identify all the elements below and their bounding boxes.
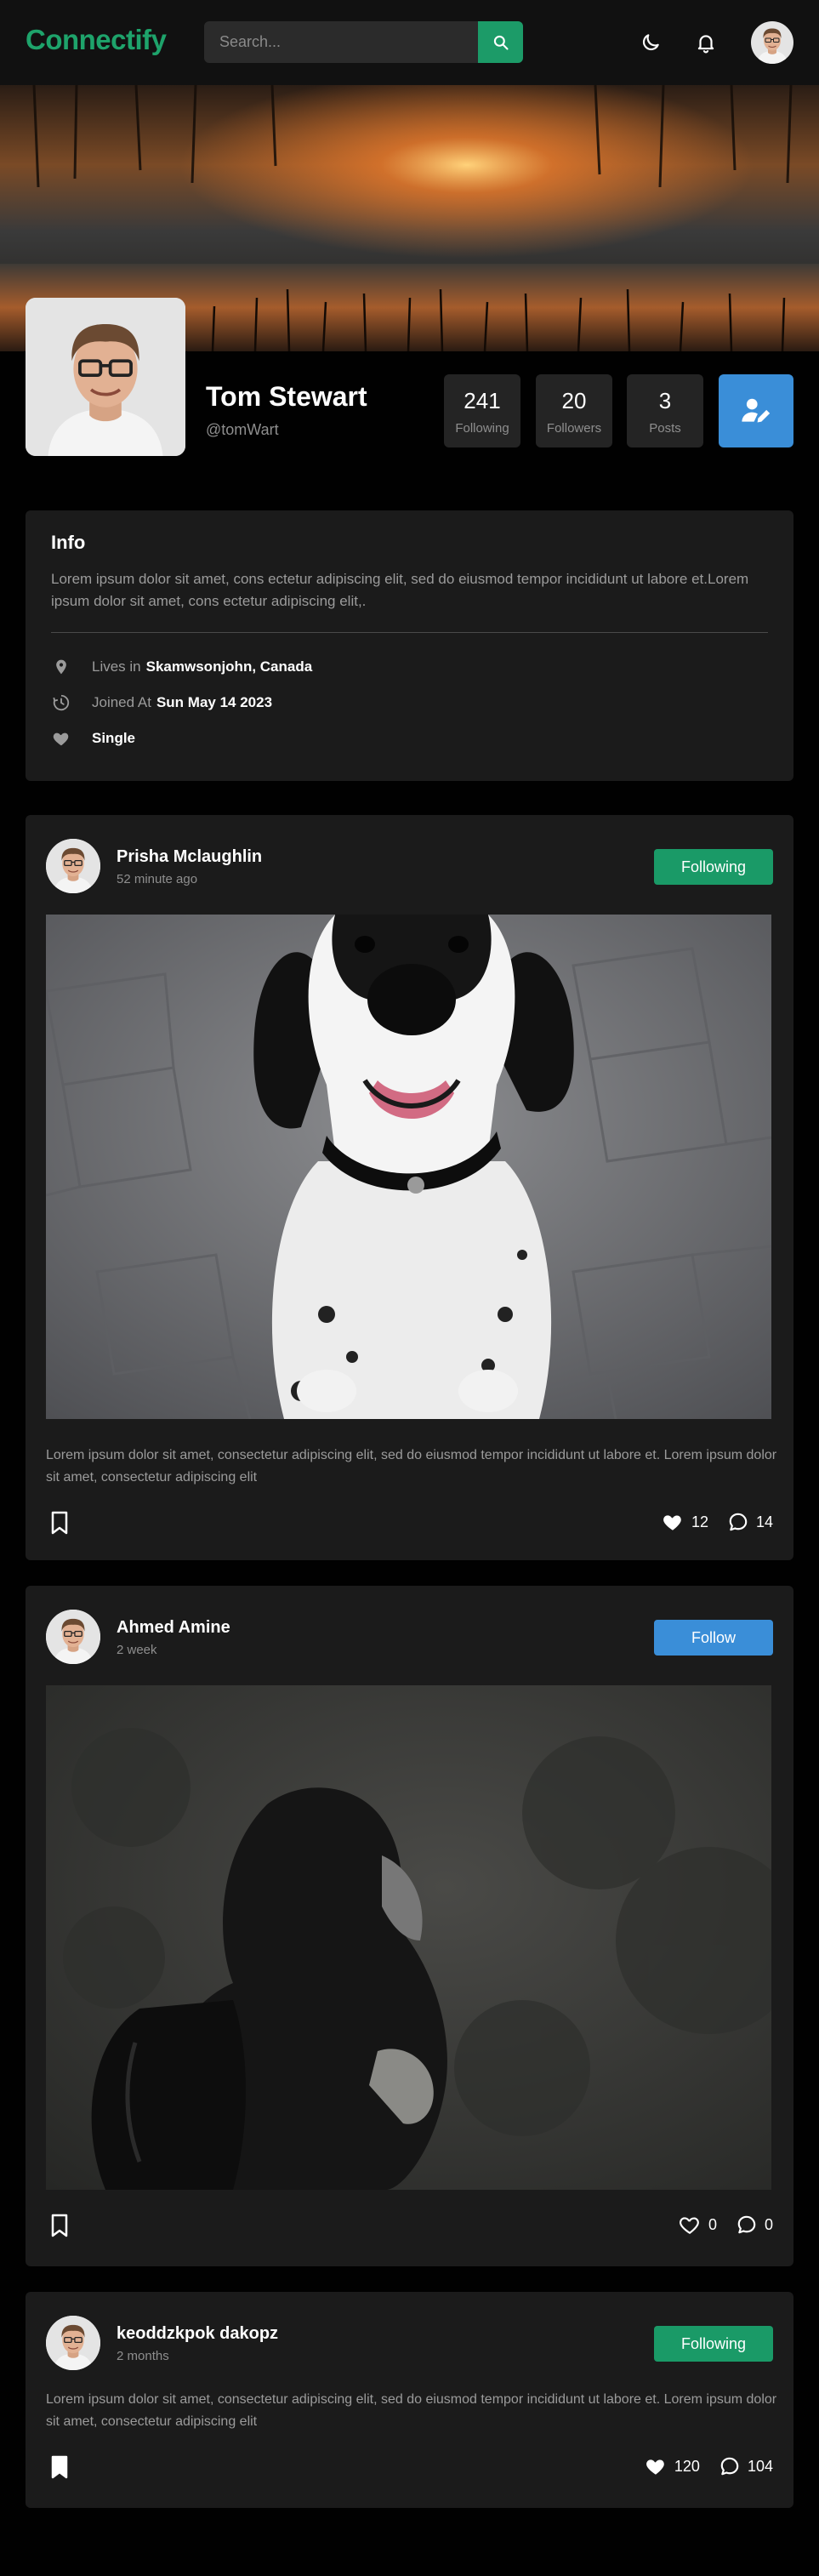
following-button[interactable]: Following (654, 849, 773, 885)
post-author-name[interactable]: Ahmed Amine (117, 1618, 230, 1638)
info-description: Lorem ipsum dolor sit amet, cons ectetur… (51, 571, 749, 609)
post-card: Prisha Mclaughlin 52 minute ago Followin… (26, 815, 793, 1560)
following-stat[interactable]: 241 Following (444, 374, 520, 447)
comment-count: 104 (747, 2457, 773, 2475)
like-button[interactable]: 120 (644, 2455, 700, 2477)
search-button[interactable] (478, 21, 523, 63)
joined-row: Joined At Sun May 14 2023 (51, 692, 272, 713)
comment-count: 14 (755, 1513, 773, 1530)
post-actions: 120 104 (644, 2455, 773, 2477)
following-button[interactable]: Following (654, 2326, 773, 2362)
notifications-button[interactable] (689, 26, 723, 60)
comment-button[interactable]: 0 (736, 2214, 773, 2236)
joined-value: Sun May 14 2023 (156, 694, 273, 710)
post-actions: 12 14 (661, 1511, 773, 1533)
post-card: keoddzkpok dakopz 2 months Following Lor… (26, 2292, 793, 2508)
post-text: Lorem ipsum dolor sit amet, consectetur … (46, 2392, 777, 2429)
comment-icon (727, 1511, 749, 1533)
like-count: 12 (691, 1513, 708, 1530)
following-count: 241 (464, 388, 501, 413)
like-button[interactable]: 0 (678, 2214, 717, 2236)
heart-filled-icon (661, 1511, 685, 1533)
following-label: Following (455, 421, 509, 436)
search-icon (493, 35, 509, 50)
post-timestamp: 2 week (117, 1643, 157, 1657)
location-value: Skamwsonjohn, Canada (145, 658, 313, 675)
clock-icon (51, 692, 71, 713)
profile-name: Tom Stewart (206, 381, 367, 412)
posts-count: 3 (658, 388, 672, 413)
post-timestamp: 52 minute ago (117, 872, 198, 886)
info-title: Info (51, 532, 86, 553)
top-navigation-bar: Connectify (0, 0, 819, 85)
followers-stat[interactable]: 20 Followers (536, 374, 612, 447)
info-card: Info Lorem ipsum dolor sit amet, cons ec… (26, 510, 793, 781)
post-author-avatar[interactable] (46, 839, 100, 893)
like-count: 120 (674, 2457, 700, 2475)
comment-button[interactable]: 104 (719, 2455, 773, 2477)
bookmark-icon[interactable] (49, 2214, 70, 2237)
post-author-name[interactable]: Prisha Mclaughlin (117, 847, 262, 867)
followers-count: 20 (561, 388, 587, 413)
profile-handle: @tomWart (206, 421, 279, 438)
joined-prefix: Joined At (92, 694, 151, 710)
followers-label: Followers (546, 421, 602, 436)
post-author-avatar[interactable] (46, 1610, 100, 1664)
user-edit-icon (742, 398, 771, 423)
heart-filled-icon (644, 2455, 668, 2477)
dark-mode-toggle[interactable] (634, 26, 668, 60)
profile-photo[interactable] (26, 298, 185, 456)
search-box (204, 21, 523, 63)
post-author-name[interactable]: keoddzkpok dakopz (117, 2324, 278, 2344)
edit-profile-button[interactable] (719, 374, 793, 447)
post-timestamp: 2 months (117, 2349, 169, 2363)
moon-icon (642, 34, 659, 51)
heart-icon (51, 728, 71, 749)
follow-button[interactable]: Follow (654, 1620, 773, 1656)
post-text: Lorem ipsum dolor sit amet, consectetur … (46, 1448, 777, 1485)
relationship-row: Single (51, 728, 135, 749)
comment-icon (719, 2455, 741, 2477)
info-divider (51, 632, 768, 633)
posts-stat[interactable]: 3 Posts (627, 374, 703, 447)
like-button[interactable]: 12 (661, 1511, 708, 1533)
bookmark-icon[interactable] (49, 1511, 70, 1535)
user-avatar[interactable] (751, 21, 793, 64)
bell-icon (697, 35, 714, 54)
comment-icon (736, 2214, 758, 2236)
post-actions: 0 0 (678, 2214, 773, 2236)
heart-outline-icon (678, 2214, 702, 2236)
app-logo[interactable]: Connectify (26, 24, 167, 56)
dog-photo[interactable] (46, 915, 771, 1419)
post-card: Ahmed Amine 2 week Follow 0 0 (26, 1586, 793, 2266)
comment-count: 0 (764, 2215, 773, 2233)
comment-button[interactable]: 14 (727, 1511, 773, 1533)
hooded-person-photo[interactable] (46, 1685, 771, 2190)
like-count: 0 (708, 2215, 717, 2233)
location-row: Lives in Skamwsonjohn, Canada (51, 657, 312, 677)
location-prefix: Lives in (92, 658, 141, 675)
posts-label: Posts (649, 421, 681, 436)
search-input[interactable] (204, 21, 468, 63)
bookmark-filled-icon[interactable] (49, 2455, 70, 2479)
post-author-avatar[interactable] (46, 2316, 100, 2370)
location-pin-icon (51, 657, 71, 677)
relationship-value: Single (92, 730, 136, 746)
